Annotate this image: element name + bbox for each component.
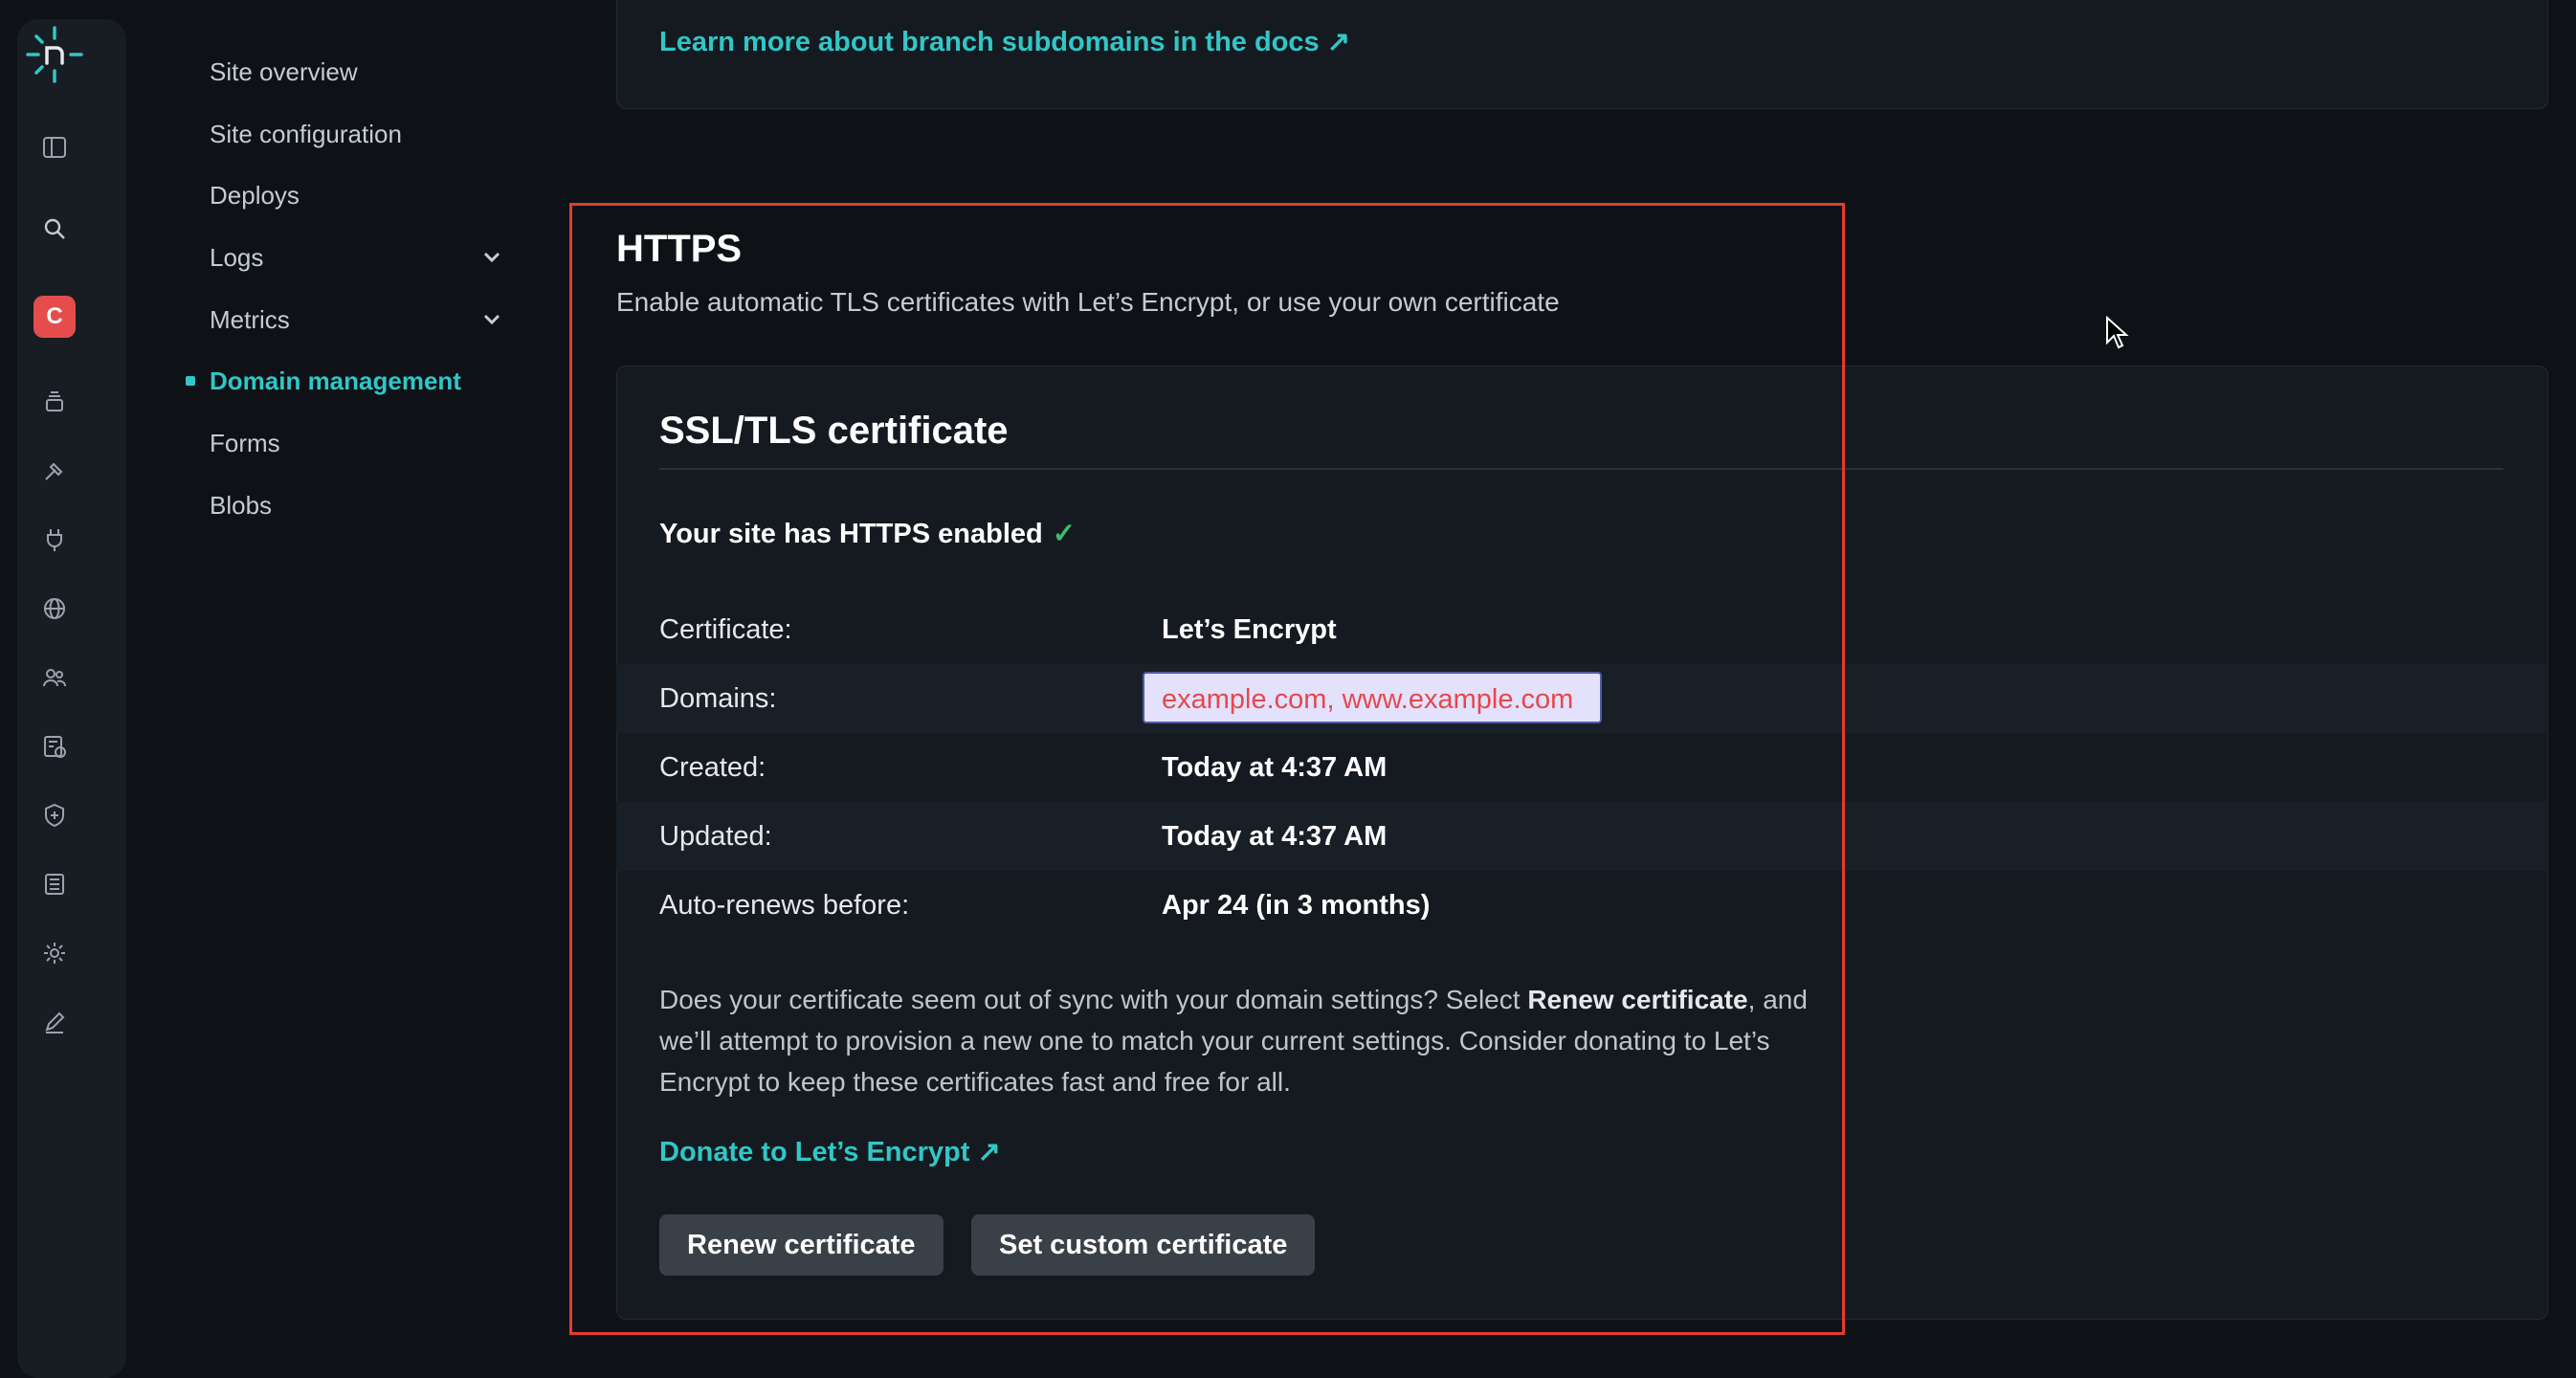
active-indicator [186,376,195,386]
projects-icon[interactable] [32,379,78,425]
sidebar-item-metrics[interactable]: Metrics [210,300,290,339]
sidebar-item-blobs[interactable]: Blobs [210,486,272,524]
avatar-initial: C [46,303,63,329]
chevron-down-icon[interactable] [477,304,507,335]
sidebar-item-logs[interactable]: Logs [210,238,263,277]
sidebar-item-site-configuration[interactable]: Site configuration [210,115,402,153]
sidebar-item-domain-management[interactable]: Domain management [210,362,461,400]
edit-icon[interactable] [32,999,78,1045]
billing-icon[interactable] [32,723,78,769]
branch-subdomains-docs-link[interactable]: Learn more about branch subdomains in th… [659,25,1350,58]
integrations-icon[interactable] [32,517,78,563]
netlify-logo-icon[interactable] [25,25,84,84]
highlight-box [569,203,1845,1335]
mouse-cursor-icon [2106,316,2129,349]
sidebar-item-forms[interactable]: Forms [210,424,280,462]
domains-icon[interactable] [32,586,78,632]
settings-icon[interactable] [32,930,78,976]
builds-icon[interactable] [32,448,78,494]
security-icon[interactable] [32,792,78,838]
sidebar-item-site-overview[interactable]: Site overview [210,53,358,91]
members-icon[interactable] [32,655,78,700]
chevron-down-icon[interactable] [477,242,507,273]
search-icon[interactable] [32,206,78,252]
team-avatar[interactable]: C [33,296,76,338]
sidebar-toggle-icon[interactable] [32,124,78,170]
audit-log-icon[interactable] [32,861,78,907]
sidebar-item-deploys[interactable]: Deploys [210,176,300,214]
